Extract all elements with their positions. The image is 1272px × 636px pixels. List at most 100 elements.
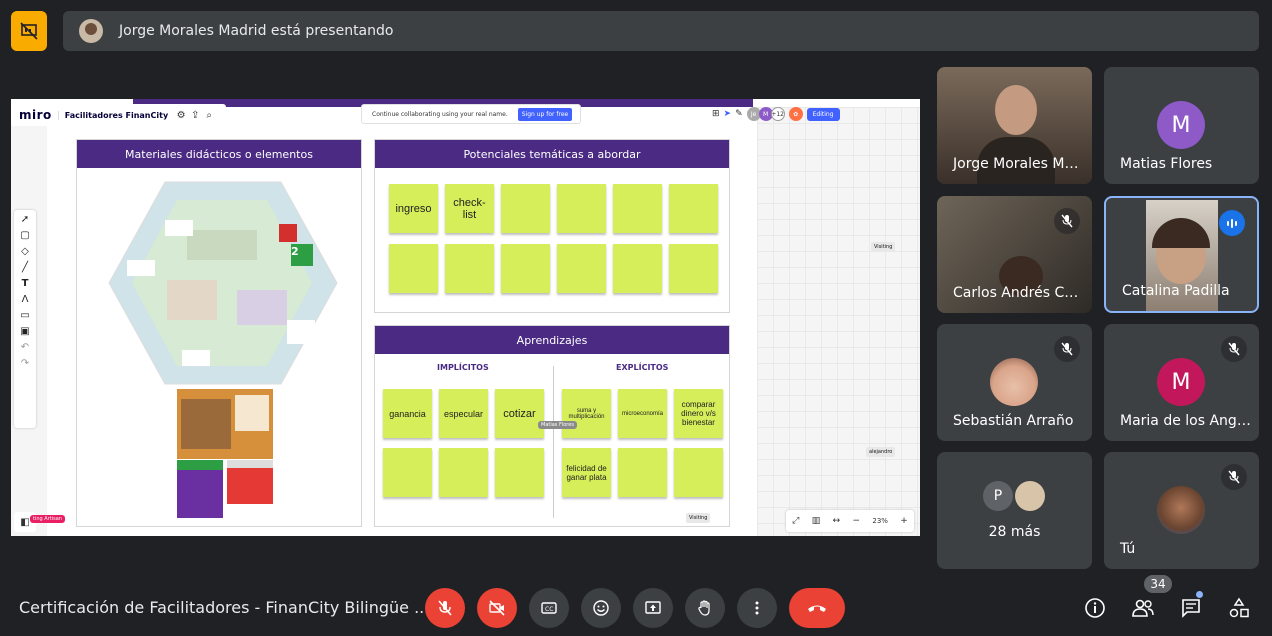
select-icon[interactable]: ➚ (21, 214, 29, 225)
collab-text: Continue collaborating using your real n… (372, 110, 508, 118)
sticky-note[interactable] (383, 448, 432, 497)
sticky-note[interactable] (501, 184, 550, 233)
visiting-tag: Visiting (686, 513, 711, 523)
self-tile[interactable]: Tú (1104, 452, 1259, 569)
more-participants-tile[interactable]: P 28 más (937, 452, 1092, 569)
zoom-level[interactable]: 23% (872, 517, 888, 525)
presentation-hidden-icon[interactable] (11, 11, 47, 51)
mic-toggle-button[interactable] (425, 588, 465, 628)
sticky-note[interactable]: comparar dinero v/s bienestar (674, 389, 723, 438)
sticky-note[interactable]: suma y multiplicación (562, 389, 611, 438)
zoom-controls: ⤢ ▥ ↔ − 23% + (786, 510, 914, 532)
reactions-button[interactable] (581, 588, 621, 628)
meeting-info-button[interactable] (1081, 594, 1109, 622)
zoom-out-button[interactable]: − (852, 516, 860, 526)
sticky-note[interactable] (557, 244, 606, 293)
chat-button[interactable] (1177, 591, 1205, 622)
hangup-icon (808, 605, 826, 612)
participant-tile-speaking[interactable]: Catalina Padilla (1104, 196, 1259, 313)
draw-icon[interactable]: Λ (22, 294, 29, 305)
search-icon[interactable]: ⌕ (202, 110, 216, 121)
emoji-icon (593, 600, 609, 616)
sign-up-button[interactable]: Sign up for free (517, 107, 573, 121)
mic-off-icon (438, 600, 452, 616)
reactions-icon[interactable]: ✿ (788, 107, 803, 121)
panel-materiales[interactable]: Materiales didácticos o elementos 2 (76, 139, 362, 527)
sticky-note[interactable] (674, 448, 723, 497)
avatar: M (1157, 101, 1205, 149)
collab-count[interactable]: +12 (770, 107, 785, 121)
miro-logo[interactable]: miro (11, 108, 58, 122)
cursor-icon[interactable]: ➤ (724, 109, 732, 119)
avatar: P (983, 481, 1013, 511)
participant-tile[interactable]: Carlos Andrés C… (937, 196, 1092, 313)
participant-name: Catalina Padilla (1122, 283, 1230, 299)
presenter-banner: Jorge Morales Madrid está presentando (63, 11, 1259, 51)
sticky-note[interactable]: ganancia (383, 389, 432, 438)
participant-tile[interactable]: Jorge Morales M… (937, 67, 1092, 184)
editing-button[interactable]: Editing (806, 107, 840, 121)
sticky-note[interactable] (389, 244, 438, 293)
people-count-badge: 34 (1144, 575, 1172, 593)
present-button[interactable] (633, 588, 673, 628)
board-name[interactable]: Facilitadores FinanCity (57, 110, 174, 120)
sticky-note[interactable]: ingreso (389, 184, 438, 233)
meeting-title: Certificación de Facilitadores - FinanCi… (19, 598, 430, 617)
sticky-note[interactable] (669, 184, 718, 233)
more-options-button[interactable] (737, 588, 777, 628)
share-icon[interactable]: ⇪ (188, 110, 202, 121)
avatar (990, 358, 1038, 406)
activities-icon (1229, 597, 1249, 618)
sticky-note[interactable]: cotizar (495, 389, 544, 438)
sticky-note[interactable]: felicidad de ganar plata (562, 448, 611, 497)
undo-icon[interactable]: ↶ (21, 342, 29, 353)
text-icon[interactable]: T (22, 278, 29, 289)
panel-potenciales-title: Potenciales temáticas a abordar (375, 140, 729, 168)
redo-icon[interactable]: ↷ (21, 358, 29, 369)
shapes-icon[interactable]: ◇ (21, 246, 29, 257)
sticky-note[interactable] (613, 184, 662, 233)
sticky-note[interactable] (613, 244, 662, 293)
fit-screen-icon[interactable]: ⤢ (792, 516, 799, 526)
leave-call-button[interactable] (789, 588, 845, 628)
fit-width-icon[interactable]: ↔ (833, 516, 841, 526)
mic-off-icon (1054, 336, 1080, 362)
captions-icon: CC (541, 602, 557, 614)
card-image (177, 389, 273, 459)
pen-icon[interactable]: ╱ (22, 262, 28, 273)
chat-icon (1182, 599, 1200, 618)
zoom-in-button[interactable]: + (900, 516, 908, 526)
sticky-note-icon[interactable]: ▢ (20, 230, 29, 241)
sticky-note[interactable] (669, 244, 718, 293)
raise-hand-button[interactable] (685, 588, 725, 628)
settings-icon[interactable]: ⚙ (174, 110, 188, 121)
people-button[interactable] (1129, 594, 1157, 622)
sticky-note[interactable]: check- list (445, 184, 494, 233)
add-icon[interactable]: ▣ (20, 326, 29, 337)
info-icon (1085, 598, 1105, 618)
captions-button[interactable]: CC (529, 588, 569, 628)
panel-potenciales[interactable]: Potenciales temáticas a abordar ingreso … (374, 139, 730, 313)
participant-tile[interactable]: Sebastián Arraño (937, 324, 1092, 441)
celebrate-icon[interactable]: ✎ (735, 109, 743, 119)
divider (553, 366, 554, 518)
sticky-note[interactable] (495, 448, 544, 497)
sticky-note[interactable] (445, 244, 494, 293)
sticky-note[interactable] (439, 448, 488, 497)
map-icon[interactable]: ▥ (812, 516, 821, 526)
apps-icon[interactable]: ⊞ (712, 109, 720, 119)
sticky-note[interactable] (501, 244, 550, 293)
sticky-note[interactable]: especular (439, 389, 488, 438)
participant-tile[interactable]: M Matias Flores (1104, 67, 1259, 184)
sticky-note[interactable] (557, 184, 606, 233)
activities-button[interactable] (1225, 594, 1253, 622)
comment-icon[interactable]: ▭ (20, 310, 29, 321)
participant-name: Maria de los Ang… (1120, 413, 1251, 429)
mic-off-icon (1054, 208, 1080, 234)
participant-tile[interactable]: M Maria de los Ang… (1104, 324, 1259, 441)
camera-toggle-button[interactable] (477, 588, 517, 628)
more-vert-icon (755, 601, 759, 615)
sticky-note[interactable] (618, 448, 667, 497)
sticky-note[interactable]: microeconomía (618, 389, 667, 438)
svg-text:CC: CC (545, 606, 553, 613)
